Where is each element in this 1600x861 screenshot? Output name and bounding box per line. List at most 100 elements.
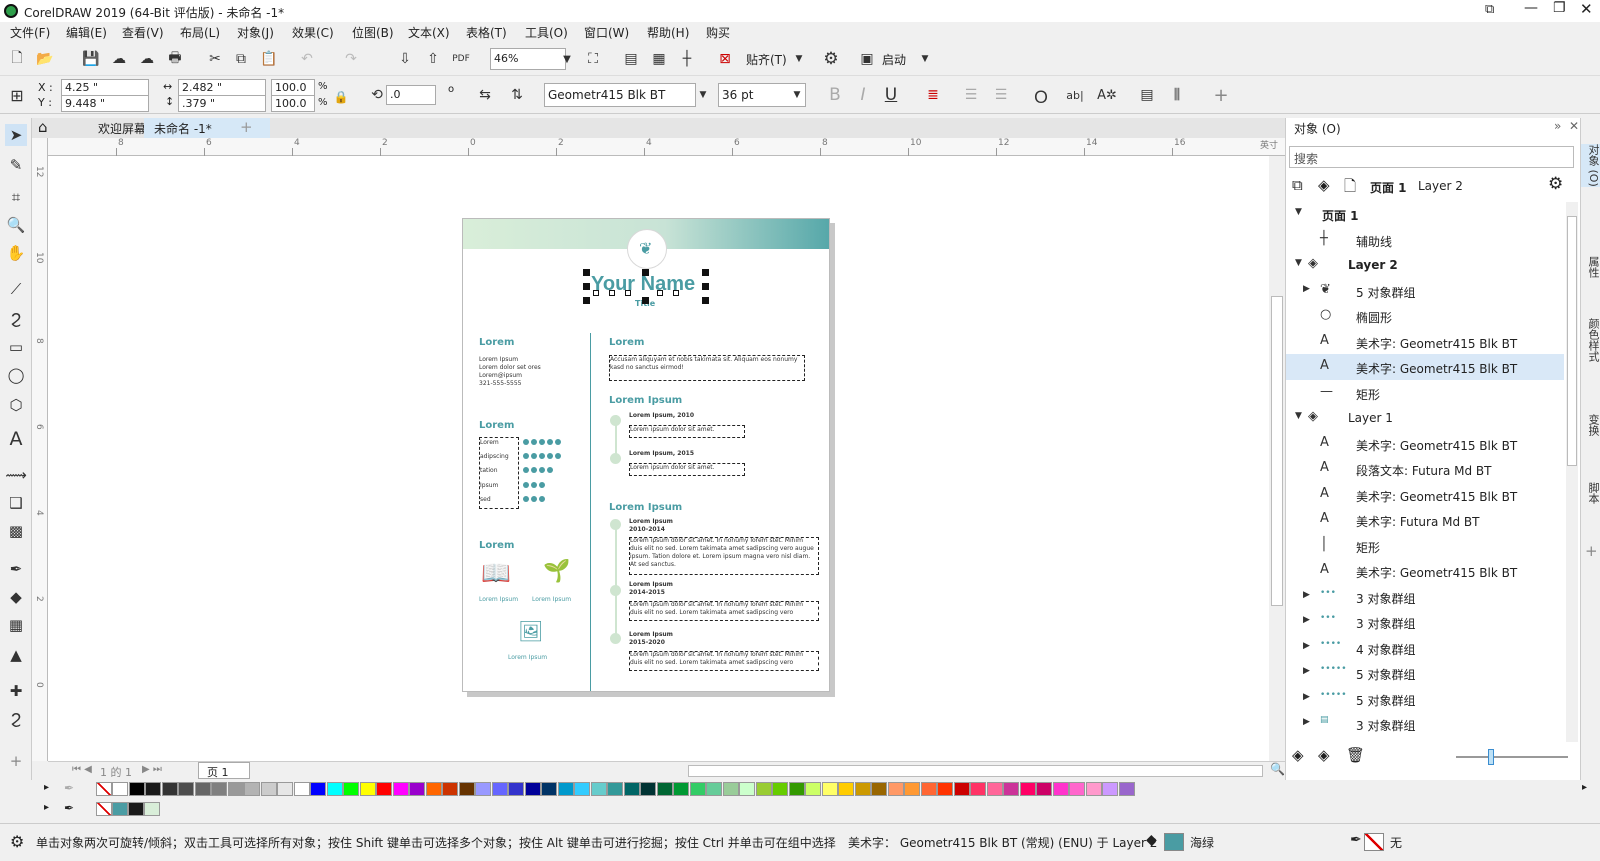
- color-swatch[interactable]: [557, 782, 574, 796]
- swatch-teal[interactable]: [112, 802, 128, 816]
- color-swatch[interactable]: [607, 782, 623, 796]
- menu-help[interactable]: 帮助(H): [647, 24, 689, 41]
- swatch-light-green[interactable]: [144, 802, 160, 816]
- tree-scrollbar[interactable]: [1566, 202, 1578, 742]
- x-position-input[interactable]: 4.25 ": [61, 79, 149, 96]
- color-swatch[interactable]: [211, 782, 227, 796]
- skill-dot[interactable]: [539, 439, 545, 445]
- menu-effects[interactable]: 效果(C): [292, 24, 334, 41]
- palette-next-icon[interactable]: ▸: [1582, 782, 1587, 793]
- last-page-icon[interactable]: ▶ ⏭: [142, 764, 162, 775]
- tree-item[interactable]: ▶ ••••• 5 对象群组: [1286, 660, 1564, 686]
- side-tab-transform[interactable]: 变换: [1581, 414, 1600, 436]
- skill-dot[interactable]: [539, 496, 545, 502]
- font-size-dropdown-icon[interactable]: ▼: [786, 84, 808, 106]
- shape-tool-icon[interactable]: ✎: [5, 154, 27, 176]
- zoom-dropdown-icon[interactable]: ▼: [556, 48, 578, 70]
- color-swatch[interactable]: [623, 782, 640, 796]
- color-swatch[interactable]: [970, 782, 986, 796]
- node-handle[interactable]: [625, 290, 631, 296]
- palette-scroll-icon[interactable]: ▸: [44, 782, 49, 793]
- color-swatch[interactable]: [244, 782, 260, 796]
- work-heading[interactable]: Lorem Ipsum: [629, 581, 673, 589]
- outline-color-swatch[interactable]: [1364, 833, 1384, 851]
- no-color-swatch[interactable]: [96, 782, 112, 796]
- icon-label[interactable]: Lorem Ipsum: [479, 596, 518, 603]
- font-list-select[interactable]: Geometr415 Blk BT: [544, 83, 696, 107]
- snap-to-button[interactable]: 贴齐(T): [746, 51, 787, 68]
- fill-color-swatch[interactable]: [1164, 833, 1184, 851]
- tree-item[interactable]: A 美术字: Geometr415 Blk BT: [1286, 329, 1564, 355]
- color-swatch[interactable]: [920, 782, 937, 796]
- full-screen-icon[interactable]: ⛶: [582, 48, 604, 70]
- cut-icon[interactable]: ✂: [204, 48, 226, 70]
- text-properties-icon[interactable]: Ｏ: [1030, 84, 1052, 108]
- selection-handle[interactable]: [642, 297, 649, 304]
- node-handle[interactable]: [657, 290, 663, 296]
- color-swatch[interactable]: [805, 782, 821, 796]
- expand-toggle-icon[interactable]: ▶: [1303, 641, 1310, 651]
- color-swatch[interactable]: [706, 782, 722, 796]
- color-swatch[interactable]: [475, 782, 491, 796]
- leaf-logo-icon[interactable]: ❦: [639, 239, 652, 258]
- color-swatch[interactable]: [491, 782, 508, 796]
- color-swatch[interactable]: [161, 782, 178, 796]
- delete-icon[interactable]: 🗑: [1346, 746, 1365, 764]
- palette-scroll-icon[interactable]: ▸: [44, 802, 49, 813]
- menu-view[interactable]: 查看(V): [122, 24, 164, 41]
- color-swatch[interactable]: [590, 782, 607, 796]
- add-docker-icon[interactable]: +: [1585, 542, 1598, 560]
- left-heading-skills[interactable]: Lorem: [479, 420, 514, 431]
- skill-dot[interactable]: [531, 439, 537, 445]
- education-heading[interactable]: Lorem Ipsum, 2015: [629, 450, 694, 458]
- tree-item[interactable]: A 美术字: Futura Md BT: [1286, 507, 1564, 533]
- selection-handle[interactable]: [583, 269, 590, 276]
- contact-line[interactable]: Lorem Ipsum: [479, 356, 518, 364]
- color-swatch[interactable]: [640, 782, 656, 796]
- color-swatch[interactable]: [986, 782, 1003, 796]
- node-handle[interactable]: [673, 290, 679, 296]
- tree-item[interactable]: ▼ ◈ Layer 1: [1286, 405, 1564, 431]
- skill-dot[interactable]: [539, 482, 545, 488]
- show-grid-icon[interactable]: ▦: [648, 48, 670, 70]
- tree-item[interactable]: A 美术字: Geometr415 Blk BT: [1286, 558, 1564, 584]
- color-swatch[interactable]: [145, 782, 161, 796]
- work-text[interactable]: Lorem ipsum dolor sit amet. In nonumy lo…: [630, 651, 816, 670]
- work-text[interactable]: Lorem ipsum dolor sit amet. In nonumy lo…: [630, 601, 816, 620]
- skill-dot[interactable]: [555, 453, 561, 459]
- side-tab-properties[interactable]: 属性: [1581, 256, 1600, 278]
- color-swatch[interactable]: [1052, 782, 1069, 796]
- education-text[interactable]: Lorem ipsum dolor sit amet.: [630, 426, 715, 434]
- docker-close-icon[interactable]: ✕: [1569, 119, 1579, 133]
- color-swatch[interactable]: [508, 782, 524, 796]
- contour-tool-icon[interactable]: Ϩ: [5, 708, 27, 730]
- selection-handle[interactable]: [702, 297, 709, 304]
- skill-dot[interactable]: [547, 453, 553, 459]
- expand-toggle-icon[interactable]: ▶: [1303, 692, 1310, 702]
- menu-file[interactable]: 文件(F): [10, 24, 50, 41]
- vertical-text-icon[interactable]: ⫼: [1166, 84, 1188, 106]
- color-swatch[interactable]: [112, 782, 128, 796]
- color-swatch[interactable]: [1019, 782, 1036, 796]
- redo-icon[interactable]: ↷: [340, 48, 362, 70]
- skill-dot[interactable]: [531, 482, 537, 488]
- minimize-button[interactable]: —: [1524, 0, 1538, 16]
- node-handle[interactable]: [609, 290, 615, 296]
- restore-panel-icon[interactable]: ⧉: [1485, 2, 1494, 17]
- add-tool-icon[interactable]: +: [5, 750, 27, 772]
- icon-label[interactable]: Lorem Ipsum: [508, 654, 547, 661]
- left-heading-contact[interactable]: Lorem: [479, 337, 514, 348]
- add-tab-button[interactable]: +: [240, 118, 253, 136]
- picture-icon[interactable]: 🖼: [518, 619, 543, 643]
- color-swatch[interactable]: [1069, 782, 1085, 796]
- eyedropper-icon[interactable]: ✒: [64, 781, 74, 795]
- tree-item[interactable]: ▶ •••• 4 对象群组: [1286, 635, 1564, 661]
- page-tab[interactable]: 页 1: [198, 762, 250, 779]
- options-gear-icon[interactable]: ⚙: [820, 48, 842, 70]
- expand-toggle-icon[interactable]: ▼: [1295, 258, 1302, 268]
- mirror-horizontal-icon[interactable]: ⇆: [474, 84, 496, 106]
- color-swatch[interactable]: [788, 782, 805, 796]
- snap-off-icon[interactable]: ⊠: [714, 48, 736, 70]
- tree-item[interactable]: ▶ ▤ 3 对象群组: [1286, 711, 1564, 737]
- skill-dot[interactable]: [547, 467, 553, 473]
